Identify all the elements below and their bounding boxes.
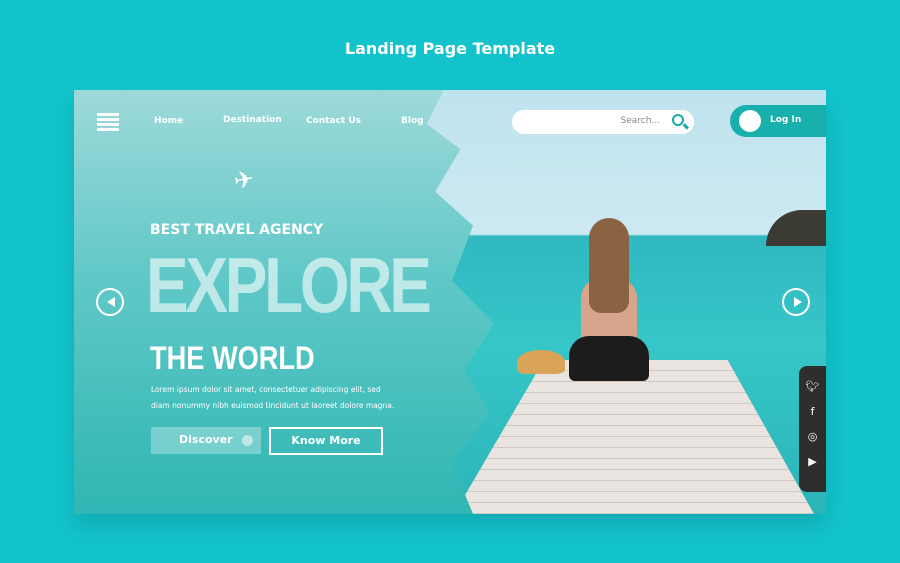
youtube-icon[interactable]: ▶ — [799, 441, 826, 468]
social-bar: 🐦︎ f ◎ ▶ — [799, 366, 826, 492]
discover-label: Discover — [179, 433, 233, 446]
twitter-icon[interactable]: 🐦︎ — [799, 366, 826, 393]
chevron-right-icon — [242, 435, 253, 446]
next-slide-icon[interactable] — [782, 288, 810, 316]
page-title: Landing Page Template — [344, 39, 556, 58]
hero-subtitle: BEST TRAVEL AGENCY — [150, 222, 324, 238]
search-placeholder: Search... — [620, 116, 660, 126]
rock-image — [766, 210, 826, 246]
facebook-icon[interactable]: f — [799, 391, 826, 418]
login-button[interactable]: Log In — [730, 105, 826, 137]
hat-image — [517, 350, 565, 374]
person-image — [569, 218, 649, 383]
hero-description: Lorem ipsum dolor sit amet, consectetuer… — [151, 385, 395, 410]
nav-destination[interactable]: Destination — [223, 115, 282, 125]
discover-button[interactable]: Discover — [151, 427, 261, 454]
know-more-button[interactable]: Know More — [269, 427, 383, 455]
nav-blog[interactable]: Blog — [401, 116, 424, 126]
hamburger-menu-icon[interactable] — [97, 113, 119, 131]
instagram-icon[interactable]: ◎ — [799, 416, 826, 443]
nav-home[interactable]: Home — [154, 116, 183, 126]
hero-section: ✈ Home Destination Contact Us Blog Searc… — [74, 90, 826, 514]
login-label: Log In — [770, 115, 802, 125]
pier-image — [454, 360, 814, 514]
search-input[interactable]: Search... — [512, 110, 694, 134]
search-icon[interactable] — [672, 114, 684, 126]
hero-headline-2: THE WORLD — [150, 340, 315, 376]
hero-headline: EXPLORE — [146, 241, 432, 329]
prev-slide-icon[interactable] — [96, 288, 124, 316]
user-icon — [739, 110, 761, 132]
nav-contact-us[interactable]: Contact Us — [306, 116, 361, 126]
